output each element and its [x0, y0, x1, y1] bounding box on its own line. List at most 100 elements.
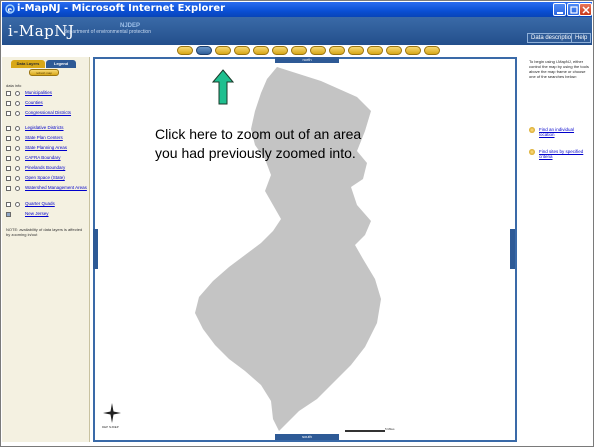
tool-button-9[interactable] — [329, 46, 345, 55]
tool-button-12[interactable] — [386, 46, 402, 55]
agency-tagline: department of environmental protection — [64, 29, 151, 35]
tool-button-6[interactable] — [272, 46, 288, 55]
layer-label[interactable]: Municipalities — [25, 90, 87, 95]
zoom-out-button[interactable] — [196, 46, 212, 55]
layer-info-radio[interactable] — [15, 202, 20, 207]
tab-legend[interactable]: Legend — [46, 60, 76, 68]
tool-button-4[interactable] — [234, 46, 250, 55]
layer-row-pinelands-boundary: Pinelands Boundary — [6, 165, 90, 173]
tool-button-13[interactable] — [405, 46, 421, 55]
layer-checkbox[interactable] — [6, 156, 11, 161]
layer-info-radio[interactable] — [15, 186, 20, 191]
tool-button-14[interactable] — [424, 46, 440, 55]
layer-row-cafra-boundary: CAFRA Boundary — [6, 155, 90, 163]
layer-info-radio[interactable] — [15, 101, 20, 106]
layer-info-radio[interactable] — [15, 156, 20, 161]
layer-label[interactable]: State Planning Areas — [25, 145, 87, 150]
tool-button-5[interactable] — [253, 46, 269, 55]
tool-button-8[interactable] — [310, 46, 326, 55]
data-info-label: data info — [6, 83, 22, 88]
layer-label[interactable]: State Plan Centers — [25, 135, 87, 140]
close-icon — [582, 6, 590, 14]
search-panel: To begin using i-MapNJ, either control t… — [519, 57, 592, 442]
tool-button-10[interactable] — [348, 46, 364, 55]
layer-row-municipalities: Municipalities — [6, 90, 90, 98]
map-frame[interactable]: north south DEP NJDEP 5 Miles — [93, 57, 517, 442]
map-toolbar — [177, 46, 440, 56]
internet-explorer-icon: e — [5, 4, 15, 14]
minimize-button[interactable] — [553, 3, 566, 16]
search-intro: To begin using i-MapNJ, either control t… — [529, 59, 589, 79]
layer-checkbox[interactable] — [6, 91, 11, 96]
layer-checkbox[interactable] — [6, 101, 11, 106]
layer-label[interactable]: Legislative Districts — [25, 125, 87, 130]
pan-east-button[interactable] — [510, 229, 515, 269]
tool-button-1[interactable] — [177, 46, 193, 55]
pan-south-button[interactable]: south — [275, 434, 339, 440]
layer-label[interactable]: New Jersey — [25, 211, 87, 216]
layer-row-watershed-management-areas: Watershed Management Areas — [6, 185, 90, 193]
find-sites-link[interactable]: Find sites by specified criteria — [529, 149, 591, 163]
refresh-map-button[interactable]: refresh map — [29, 69, 59, 76]
close-button[interactable] — [579, 3, 592, 16]
layer-checkbox[interactable] — [6, 202, 11, 207]
find-location-link[interactable]: Find an individual location — [529, 127, 591, 141]
layer-info-radio[interactable] — [15, 166, 20, 171]
tool-button-11[interactable] — [367, 46, 383, 55]
tab-data-layers[interactable]: Data Layers — [11, 60, 45, 68]
data-layers-panel: Data Layers Legend refresh map data info… — [2, 57, 90, 442]
layer-row-state-planning-areas: State Planning Areas — [6, 145, 90, 153]
layer-checkbox[interactable] — [6, 136, 11, 141]
layer-info-radio[interactable] — [15, 126, 20, 131]
layer-label[interactable]: Quarter Quads — [25, 201, 87, 206]
layer-row-open-space: Open Space (State) — [6, 175, 90, 183]
new-jersey-map[interactable] — [95, 59, 515, 440]
bullet-icon — [529, 149, 535, 155]
layer-row-state-plan-centers: State Plan Centers — [6, 135, 90, 143]
layer-label[interactable]: Watershed Management Areas — [25, 185, 87, 190]
zoom-availability-note: NOTE: availability of data layers is aff… — [6, 227, 83, 237]
window-title: i-MapNJ - Microsoft Internet Explorer — [17, 3, 226, 14]
browser-window: e i-MapNJ - Microsoft Internet Explorer … — [0, 0, 594, 447]
layer-info-radio[interactable] — [15, 176, 20, 181]
layer-checkbox[interactable] — [6, 126, 11, 131]
layer-row-legislative-districts: Legislative Districts — [6, 125, 90, 133]
hint-line-1: Click here to zoom out of an area — [155, 126, 362, 142]
layer-label[interactable]: CAFRA Boundary — [25, 155, 87, 160]
pan-north-button[interactable]: north — [275, 57, 339, 63]
zoom-out-hint: Click here to zoom out of an area you ha… — [155, 125, 455, 163]
layer-label[interactable]: Congressional Districts — [25, 110, 87, 115]
layer-checkbox[interactable] — [6, 176, 11, 181]
title-bar: e i-MapNJ - Microsoft Internet Explorer — [2, 2, 592, 17]
layer-row-new-jersey: New Jersey — [6, 211, 90, 219]
app-header: i-MapNJ NJDEP department of environmenta… — [2, 17, 592, 45]
scale-label: 5 Miles — [385, 427, 395, 431]
compass-icon — [103, 403, 121, 423]
new-jersey-shape — [195, 67, 381, 431]
layer-checkbox[interactable] — [6, 212, 11, 217]
help-link[interactable]: Help — [571, 33, 592, 43]
link-label[interactable]: Find an individual location — [539, 127, 589, 137]
layer-checkbox[interactable] — [6, 146, 11, 151]
minimize-icon — [557, 12, 563, 14]
layer-checkbox[interactable] — [6, 111, 11, 116]
layer-label[interactable]: Open Space (State) — [25, 175, 87, 180]
layer-info-radio[interactable] — [15, 136, 20, 141]
layer-info-radio[interactable] — [15, 91, 20, 96]
layer-row-quarter-quads: Quarter Quads — [6, 201, 90, 209]
map-credit: DEP NJDEP — [102, 425, 119, 429]
pan-west-button[interactable] — [93, 229, 98, 269]
layer-checkbox[interactable] — [6, 166, 11, 171]
bullet-icon — [529, 127, 535, 133]
layer-label[interactable]: Counties — [25, 100, 87, 105]
layer-info-radio[interactable] — [15, 111, 20, 116]
layer-label[interactable]: Pinelands Boundary — [25, 165, 87, 170]
scale-bar — [345, 430, 385, 432]
tool-button-7[interactable] — [291, 46, 307, 55]
layer-checkbox[interactable] — [6, 186, 11, 191]
tool-button-3[interactable] — [215, 46, 231, 55]
up-arrow-icon — [212, 69, 234, 105]
layer-row-counties: Counties — [6, 100, 90, 108]
layer-info-radio[interactable] — [15, 146, 20, 151]
link-label[interactable]: Find sites by specified criteria — [539, 149, 589, 159]
